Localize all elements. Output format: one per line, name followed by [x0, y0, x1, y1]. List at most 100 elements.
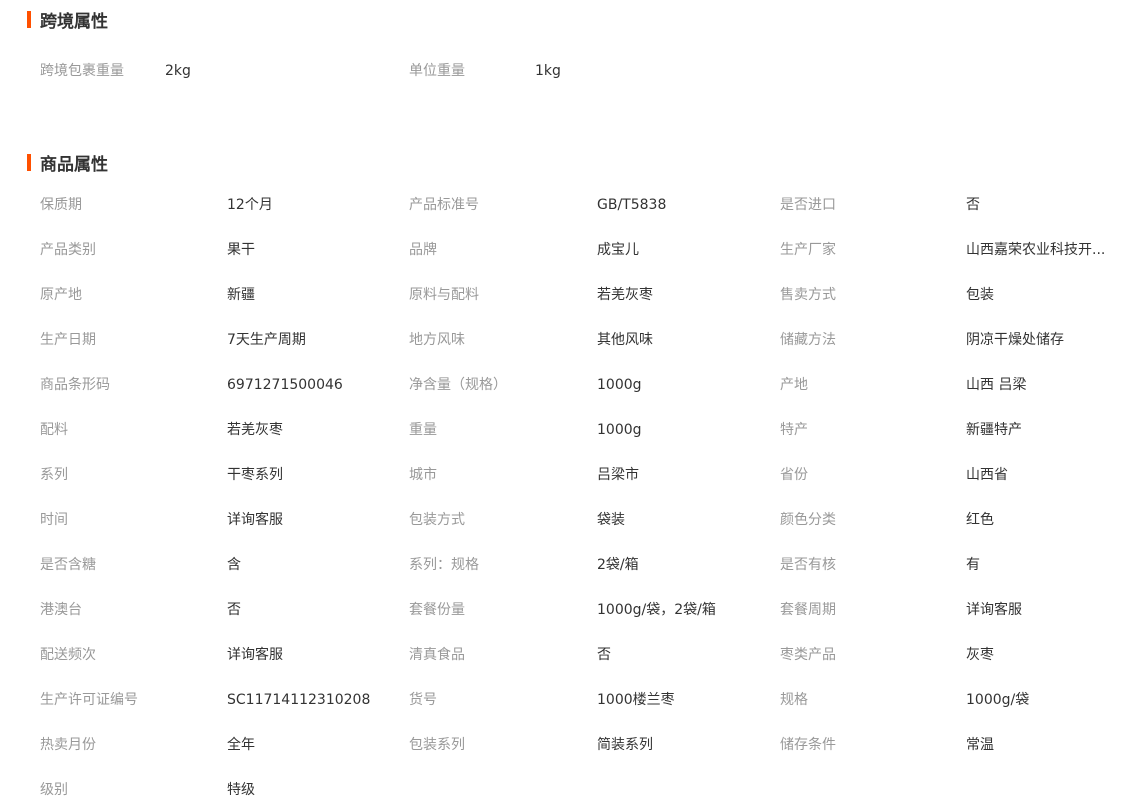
section-accent-bar: [27, 10, 31, 28]
attr-label: 配料: [40, 422, 68, 438]
attr-value: 若羌灰枣: [597, 287, 653, 303]
attr-label: 城市: [409, 467, 437, 483]
attr-value: 有: [966, 557, 980, 573]
attr-value: 吕梁市: [597, 467, 639, 483]
attr-row: 时间 详询客服 包装方式 袋装 颜色分类 红色: [0, 510, 1127, 555]
attr-value: 2袋/箱: [597, 557, 639, 573]
product-section-title: 商品属性: [27, 152, 108, 175]
attr-row: 是否含糖 含 系列：规格 2袋/箱 是否有核 有: [0, 555, 1127, 600]
attr-value: 详询客服: [227, 647, 283, 663]
attr-label: 清真食品: [409, 647, 465, 663]
attr-value: 山西省: [966, 467, 1008, 483]
attr-label: 配送频次: [40, 647, 96, 663]
attr-row: 配料 若羌灰枣 重量 1000g 特产 新疆特产: [0, 420, 1127, 465]
attr-value: 阴凉干燥处储存: [966, 332, 1064, 348]
attr-label: 产品标准号: [409, 197, 479, 213]
attr-label: 品牌: [409, 242, 437, 258]
attr-label: 省份: [780, 467, 808, 483]
attr-value: 否: [597, 647, 611, 663]
attr-label: 颜色分类: [780, 512, 836, 528]
attr-value: 袋装: [597, 512, 625, 528]
attr-label: 是否含糖: [40, 557, 96, 573]
attr-value: 灰枣: [966, 647, 994, 663]
attr-label: 原料与配料: [409, 287, 479, 303]
attr-value: 否: [966, 197, 980, 213]
attr-value: 6971271500046: [227, 377, 343, 393]
cross-border-section-title: 跨境属性: [27, 9, 108, 32]
attr-label: 系列: [40, 467, 68, 483]
attr-label: 重量: [409, 422, 437, 438]
attr-row: 保质期 12个月 产品标准号 GB/T5838 是否进口 否: [0, 195, 1127, 240]
attr-value: 1000g: [597, 422, 642, 438]
attr-value: 红色: [966, 512, 994, 528]
attr-label: 产地: [780, 377, 808, 393]
attr-label: 单位重量: [409, 63, 465, 79]
attr-value: 山西嘉荣农业科技开...: [966, 242, 1106, 258]
attr-label: 售卖方式: [780, 287, 836, 303]
attr-label: 时间: [40, 512, 68, 528]
attr-value: 12个月: [227, 197, 273, 213]
attr-value: 成宝儿: [597, 242, 639, 258]
attr-label: 跨境包裹重量: [40, 63, 124, 79]
attr-label: 生产日期: [40, 332, 96, 348]
attr-label: 级别: [40, 782, 68, 798]
attr-row: 原产地 新疆 原料与配料 若羌灰枣 售卖方式 包装: [0, 285, 1127, 330]
attr-label: 储藏方法: [780, 332, 836, 348]
attr-value: 新疆特产: [966, 422, 1022, 438]
attr-value: 2kg: [165, 63, 191, 79]
attr-value: GB/T5838: [597, 197, 667, 213]
attr-label: 储存条件: [780, 737, 836, 753]
attr-row: 级别 特级: [0, 780, 1127, 798]
attr-row: 产品类别 果干 品牌 成宝儿 生产厂家 山西嘉荣农业科技开...: [0, 240, 1127, 285]
attr-row: 生产许可证编号 SC11714112310208 货号 1000楼兰枣 规格 1000g/…: [0, 690, 1127, 735]
attr-value: 包装: [966, 287, 994, 303]
attr-label: 保质期: [40, 197, 82, 213]
attr-row: 港澳台 否 套餐份量 1000g/袋，2袋/箱 套餐周期 详询客服: [0, 600, 1127, 645]
attr-value: SC11714112310208: [227, 692, 371, 708]
attr-label: 包装系列: [409, 737, 465, 753]
attr-label: 是否进口: [780, 197, 836, 213]
attr-value: 简装系列: [597, 737, 653, 753]
attr-label: 规格: [780, 692, 808, 708]
attr-label: 是否有核: [780, 557, 836, 573]
attr-value: 7天生产周期: [227, 332, 306, 348]
attr-row: 热卖月份 全年 包装系列 简装系列 储存条件 常温: [0, 735, 1127, 780]
attr-value: 山西 吕梁: [966, 377, 1027, 393]
attr-row: 商品条形码 6971271500046 净含量（规格） 1000g 产地 山西 吕梁: [0, 375, 1127, 420]
attr-label: 生产许可证编号: [40, 692, 138, 708]
attr-value: 果干: [227, 242, 255, 258]
section-accent-bar: [27, 153, 31, 171]
attr-label: 包装方式: [409, 512, 465, 528]
attr-value: 含: [227, 557, 241, 573]
attr-label: 商品条形码: [40, 377, 110, 393]
attr-value: 特级: [227, 782, 255, 798]
attr-row: 系列 干枣系列 城市 吕梁市 省份 山西省: [0, 465, 1127, 510]
attr-value: 全年: [227, 737, 255, 753]
attr-value: 1000g/袋，2袋/箱: [597, 602, 716, 618]
attr-label: 产品类别: [40, 242, 96, 258]
attr-label: 热卖月份: [40, 737, 96, 753]
attr-value: 详询客服: [227, 512, 283, 528]
attr-value: 1000楼兰枣: [597, 692, 675, 708]
attr-value: 常温: [966, 737, 994, 753]
attr-value: 1000g: [597, 377, 642, 393]
attr-label: 枣类产品: [780, 647, 836, 663]
attr-label: 生产厂家: [780, 242, 836, 258]
attr-label: 套餐份量: [409, 602, 465, 618]
attr-label: 货号: [409, 692, 437, 708]
attr-value: 其他风味: [597, 332, 653, 348]
attr-label: 港澳台: [40, 602, 82, 618]
product-title-text: 商品属性: [40, 154, 108, 175]
attr-row: 配送频次 详询客服 清真食品 否 枣类产品 灰枣: [0, 645, 1127, 690]
attr-value: 若羌灰枣: [227, 422, 283, 438]
attr-label: 套餐周期: [780, 602, 836, 618]
attr-label: 地方风味: [409, 332, 465, 348]
attr-label: 净含量（规格）: [409, 377, 507, 393]
attr-value: 1000g/袋: [966, 692, 1030, 708]
product-attributes-table: 保质期 12个月 产品标准号 GB/T5838 是否进口否产品类别 果干 品牌 成宝儿 生产厂家…: [0, 195, 1127, 798]
attr-value: 详询客服: [966, 602, 1022, 618]
attr-value: 干枣系列: [227, 467, 283, 483]
attr-label: 特产: [780, 422, 808, 438]
attr-value: 否: [227, 602, 241, 618]
attr-label: 系列：规格: [409, 557, 479, 573]
